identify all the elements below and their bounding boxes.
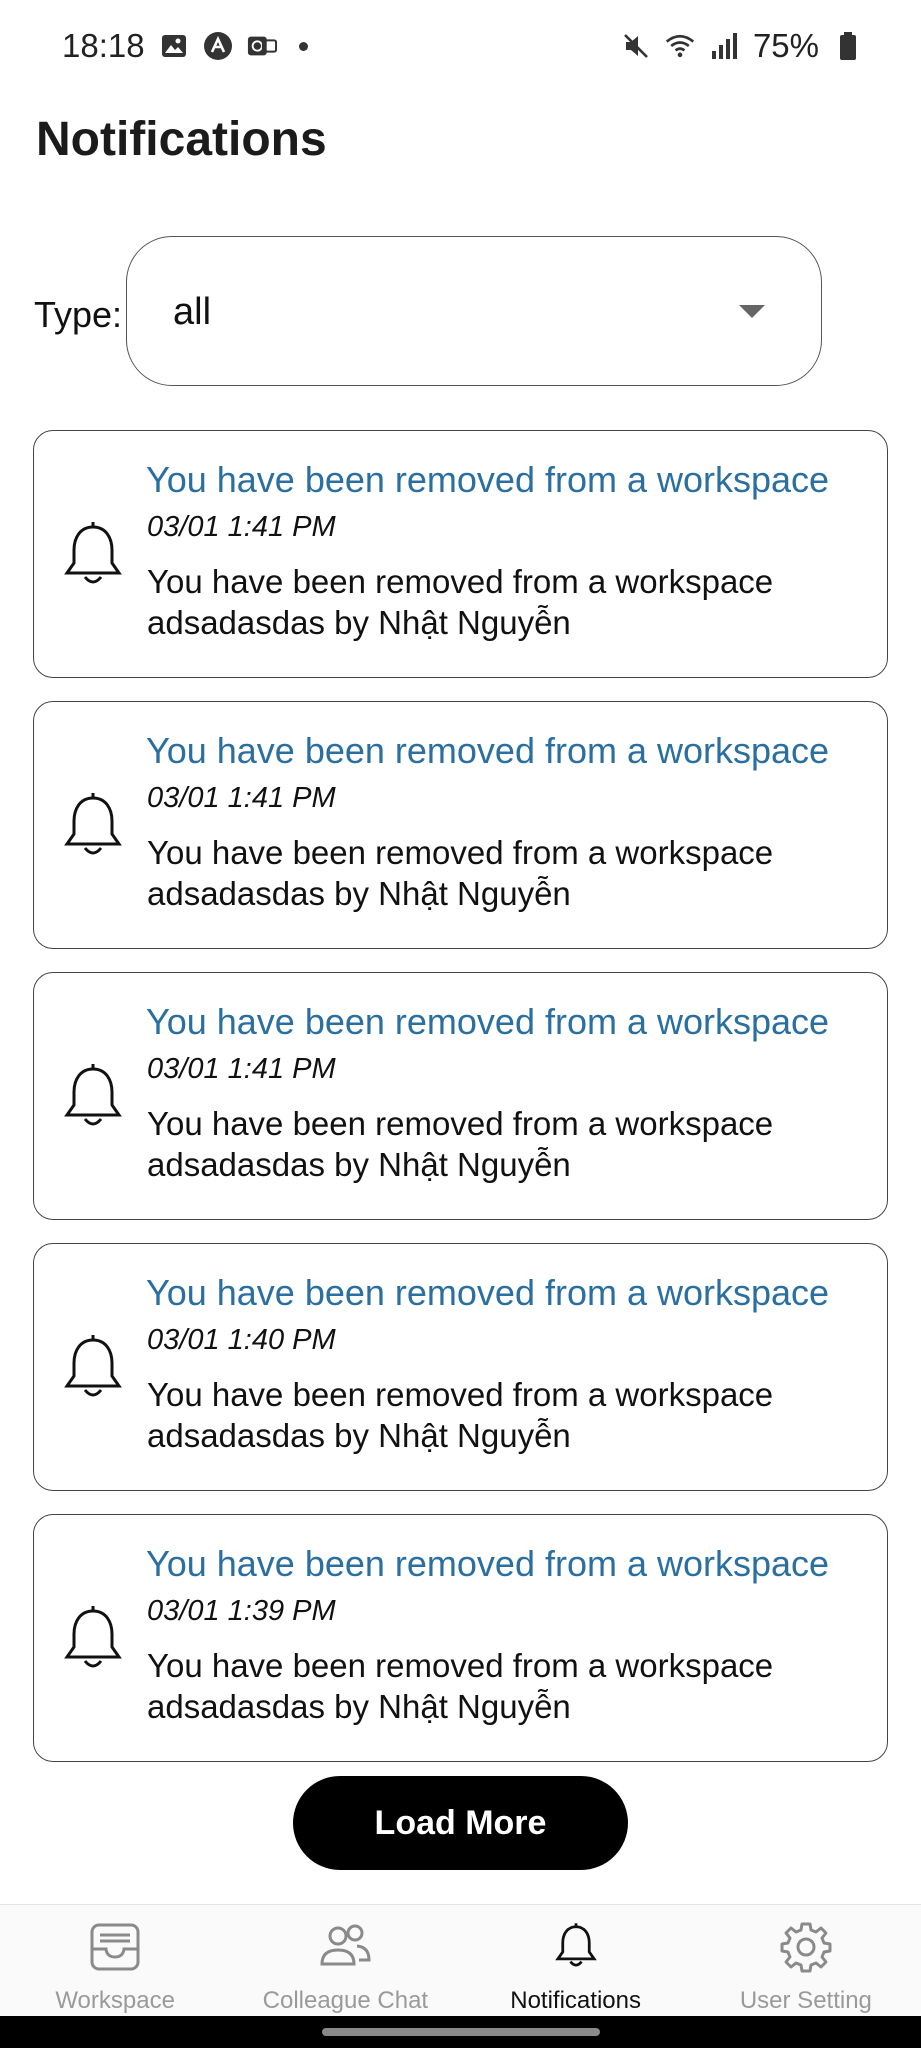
notification-time: 03/01 1:39 PM — [147, 1595, 336, 1627]
page-title: Notifications — [36, 113, 327, 166]
battery-icon — [833, 31, 863, 61]
bell-icon — [548, 1919, 604, 1975]
status-time: 18:18 — [62, 27, 145, 64]
nav-label-colleague-chat: Colleague Chat — [262, 1987, 429, 2014]
notification-dot — [298, 41, 308, 51]
inbox-icon — [87, 1919, 143, 1975]
nav-label-user-setting: User Setting — [739, 1987, 872, 2014]
wifi-icon — [665, 31, 695, 61]
notification-time: 03/01 1:41 PM — [147, 1053, 336, 1085]
nav-label-notifications: Notifications — [510, 1987, 641, 2014]
notification-title: You have been removed from a workspace — [146, 1272, 830, 1313]
bottom-nav: Workspace Colleague Chat Notifications U… — [0, 1904, 921, 2016]
bell-icon — [64, 793, 122, 855]
notification-card[interactable]: You have been removed from a workspace 0… — [33, 972, 888, 1220]
mute-icon — [621, 31, 651, 61]
app-icon — [203, 31, 233, 61]
notification-body: You have been removed from a workspace a… — [147, 1376, 774, 1454]
type-select[interactable]: all — [126, 236, 822, 386]
notification-card[interactable]: You have been removed from a workspace 0… — [33, 430, 888, 678]
bell-icon — [64, 1335, 122, 1397]
notification-time: 03/01 1:40 PM — [147, 1324, 336, 1356]
type-select-value: all — [173, 291, 212, 333]
notification-body: You have been removed from a workspace a… — [147, 1105, 774, 1183]
status-bar-left: 18:18 — [62, 27, 308, 65]
notification-title: You have been removed from a workspace — [146, 730, 830, 771]
nav-item-colleague-chat[interactable]: Colleague Chat — [230, 1905, 460, 2016]
nav-item-user-setting[interactable]: User Setting — [691, 1905, 921, 2016]
notification-card[interactable]: You have been removed from a workspace 0… — [33, 1243, 888, 1491]
people-icon — [317, 1919, 373, 1975]
type-filter-label: Type: — [34, 294, 123, 335]
caret-down-icon — [739, 305, 765, 318]
bell-icon — [64, 1606, 122, 1668]
notification-title: You have been removed from a workspace — [146, 1001, 830, 1042]
home-gesture-handle[interactable] — [322, 2028, 600, 2036]
battery-percentage: 75% — [752, 27, 819, 64]
status-bar-right: 75% — [621, 27, 863, 65]
notification-body: You have been removed from a workspace a… — [147, 1647, 774, 1725]
system-gesture-bar — [0, 2016, 921, 2048]
type-filter: Type: all — [34, 236, 834, 386]
notification-card[interactable]: You have been removed from a workspace 0… — [33, 701, 888, 949]
gear-icon — [778, 1919, 834, 1975]
status-bar: 18:18 75% — [0, 0, 921, 92]
signal-icon — [709, 31, 739, 61]
gallery-icon — [159, 31, 189, 61]
nav-label-workspace: Workspace — [55, 1987, 175, 2014]
notification-body: You have been removed from a workspace a… — [147, 834, 774, 912]
notification-title: You have been removed from a workspace — [146, 459, 830, 500]
nav-item-notifications[interactable]: Notifications — [461, 1905, 691, 2016]
notification-card[interactable]: You have been removed from a workspace 0… — [33, 1514, 888, 1762]
vpn-icon — [247, 31, 277, 61]
nav-item-workspace[interactable]: Workspace — [0, 1905, 230, 2016]
notification-time: 03/01 1:41 PM — [147, 511, 336, 543]
notification-list: You have been removed from a workspace 0… — [33, 430, 888, 1785]
bell-icon — [64, 1064, 122, 1126]
bell-icon — [64, 522, 122, 584]
notification-body: You have been removed from a workspace a… — [147, 563, 774, 641]
notification-title: You have been removed from a workspace — [146, 1543, 830, 1584]
load-more-button[interactable]: Load More — [293, 1776, 628, 1870]
notification-time: 03/01 1:41 PM — [147, 782, 336, 814]
